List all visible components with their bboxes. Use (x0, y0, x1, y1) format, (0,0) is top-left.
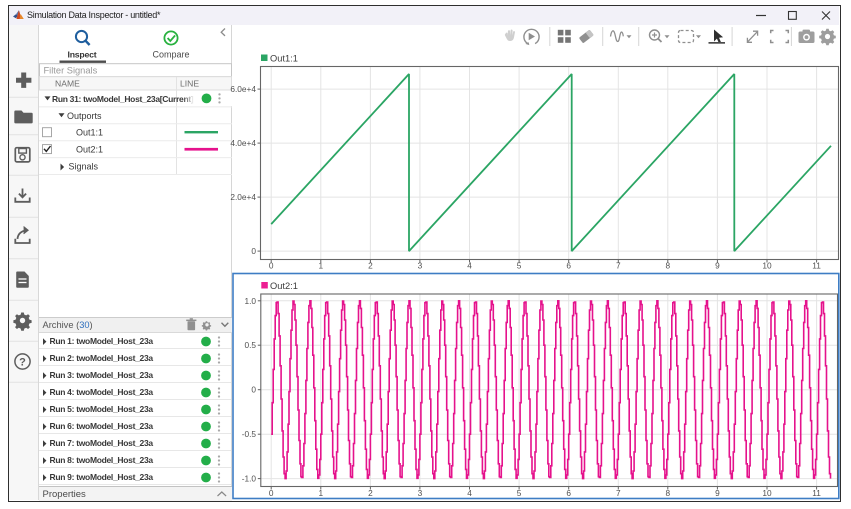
svg-text:9: 9 (715, 261, 720, 271)
svg-text:3: 3 (418, 488, 423, 498)
svg-text:Out2:1: Out2:1 (270, 281, 298, 291)
svg-text:4.0e+4: 4.0e+4 (230, 138, 256, 148)
svg-text:11: 11 (812, 488, 821, 498)
svg-text:-0.5: -0.5 (242, 429, 257, 439)
svg-text:7: 7 (616, 261, 621, 271)
svg-text:8: 8 (665, 261, 670, 271)
svg-text:6: 6 (566, 488, 571, 498)
svg-text:11: 11 (812, 261, 821, 271)
svg-text:9: 9 (715, 488, 720, 498)
svg-text:3: 3 (418, 261, 423, 271)
svg-text:1.0: 1.0 (244, 296, 256, 306)
svg-text:5: 5 (517, 261, 522, 271)
svg-text:0.5: 0.5 (244, 340, 256, 350)
svg-text:6: 6 (566, 261, 571, 271)
svg-text:10: 10 (762, 261, 772, 271)
svg-text:1: 1 (318, 488, 323, 498)
svg-text:1: 1 (318, 261, 323, 271)
svg-text:2.0e+4: 2.0e+4 (230, 192, 256, 202)
svg-text:5: 5 (517, 488, 522, 498)
svg-text:7: 7 (616, 488, 621, 498)
svg-text:-1.0: -1.0 (242, 474, 257, 484)
svg-text:0: 0 (251, 385, 256, 395)
svg-text:8: 8 (665, 488, 670, 498)
svg-text:2: 2 (368, 261, 373, 271)
svg-text:0: 0 (251, 246, 256, 256)
svg-text:0: 0 (269, 488, 274, 498)
svg-text:6.0e+4: 6.0e+4 (230, 84, 256, 94)
svg-text:4: 4 (467, 261, 472, 271)
svg-text:10: 10 (762, 488, 772, 498)
svg-text:4: 4 (467, 488, 472, 498)
svg-text:Out1:1: Out1:1 (270, 54, 298, 64)
svg-text:2: 2 (368, 488, 373, 498)
svg-text:0: 0 (269, 261, 274, 271)
